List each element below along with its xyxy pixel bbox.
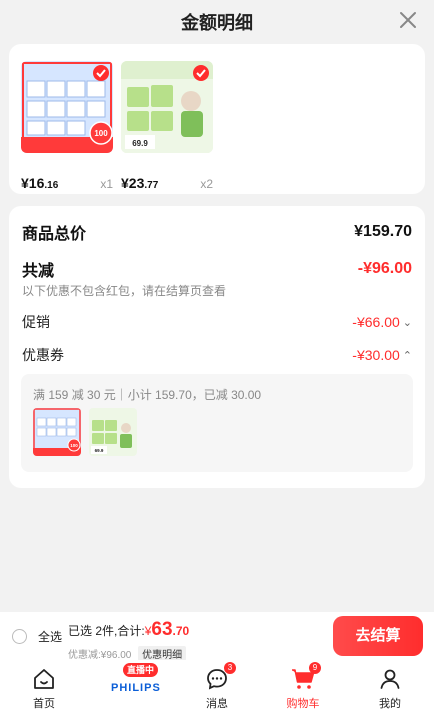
select-all-label[interactable]: 全选 <box>38 628 62 645</box>
product-thumbnail: 69.9 <box>121 61 213 153</box>
tab-cart-label: 购物车 <box>286 698 320 710</box>
total-label: 商品总价 <box>22 226 87 243</box>
message-badge: 3 <box>224 662 236 674</box>
user-icon <box>380 669 400 689</box>
live-badge: 直播中 <box>123 663 159 677</box>
svg-text:69.9: 69.9 <box>95 448 104 453</box>
close-icon[interactable] <box>398 10 418 30</box>
sheet-header: 金额明细 <box>0 0 434 40</box>
selected-summary: 已选 2件,合计:¥63.70 <box>68 619 189 641</box>
brand-logo[interactable]: PHILIPS <box>111 682 161 694</box>
reduce-value: -¥96.00 <box>357 260 412 277</box>
home-icon <box>34 669 54 689</box>
total-amount-int: 63 <box>151 619 173 640</box>
select-all-radio[interactable] <box>12 629 27 644</box>
total-value: ¥159.70 <box>354 223 412 240</box>
tab-cart[interactable]: 9 购物车 <box>273 662 333 711</box>
product-thumbnail: 100 <box>21 61 113 153</box>
tab-home-label: 首页 <box>33 698 55 710</box>
svg-text:69.9: 69.9 <box>132 139 148 148</box>
tab-mine[interactable]: 我的 <box>360 666 420 711</box>
product-item[interactable]: 100 ¥16.16 x1 <box>21 61 113 191</box>
promo-value: -¥66.00 <box>352 314 400 330</box>
chevron-down-icon[interactable]: ⌄ <box>403 316 412 329</box>
tab-home[interactable]: 首页 <box>14 666 74 711</box>
discount-summary: 优惠减:¥96.00 优惠明细 <box>68 646 187 661</box>
selected-check-icon[interactable] <box>193 65 209 81</box>
coupon-value: -¥30.00 <box>352 347 400 363</box>
chevron-up-icon[interactable]: ⌃ <box>403 349 412 362</box>
selected-count-text: 已选 2件,合计: <box>68 624 145 638</box>
products-card: 100 ¥16.16 x1 69.9 ¥23.77 x2 <box>9 44 425 194</box>
reduce-label: 共减 <box>22 263 55 280</box>
product-price: ¥16.16 <box>21 175 59 191</box>
coupon-row[interactable]: 优惠券 -¥30.00 ⌃ <box>22 345 412 365</box>
tab-mine-label: 我的 <box>379 698 401 710</box>
coupon-product-thumbnail: 100 <box>33 408 81 456</box>
product-qty: x2 <box>200 177 213 191</box>
selected-check-icon[interactable] <box>93 65 109 81</box>
checkout-bar: 全选 已选 2件,合计:¥63.70 优惠减:¥96.00 优惠明细 去结算 <box>0 612 434 661</box>
total-row: 商品总价 ¥159.70 <box>22 220 412 244</box>
svg-text:100: 100 <box>94 129 108 138</box>
promo-row[interactable]: 促销 -¥66.00 ⌄ <box>22 312 412 332</box>
product-item[interactable]: 69.9 ¥23.77 x2 <box>121 61 213 191</box>
sheet-title: 金额明细 <box>181 13 253 33</box>
coupon-product-thumbnail: 69.9 <box>89 408 137 456</box>
coupon-detail-box: 满 159 减 30 元｜小计 159.70，已减 30.00 100 69.9 <box>21 374 413 472</box>
coupon-description: 满 159 减 30 元｜小计 159.70，已减 30.00 <box>33 388 262 402</box>
promo-label: 促销 <box>22 314 50 330</box>
tab-messages[interactable]: 3 消息 <box>187 662 247 711</box>
cart-badge: 9 <box>309 662 321 674</box>
product-price: ¥23.77 <box>121 175 159 191</box>
discount-detail-link[interactable]: 优惠明细 <box>138 646 187 661</box>
total-amount-dec: .70 <box>172 624 190 638</box>
reduce-note: 以下优惠不包含红包，请在结算页查看 <box>22 284 227 298</box>
checkout-button[interactable]: 去结算 <box>333 616 423 656</box>
svg-text:100: 100 <box>70 443 78 448</box>
price-detail-card: 商品总价 ¥159.70 共减 -¥96.00 以下优惠不包含红包，请在结算页查… <box>9 206 425 488</box>
tab-messages-label: 消息 <box>206 698 228 710</box>
bottom-tab-bar: 首页 直播中 PHILIPS 3 消息 9 购物车 我的 <box>0 660 434 719</box>
coupon-label: 优惠券 <box>22 347 64 363</box>
reduce-row: 共减 -¥96.00 <box>22 257 412 281</box>
product-qty: x1 <box>100 177 113 191</box>
